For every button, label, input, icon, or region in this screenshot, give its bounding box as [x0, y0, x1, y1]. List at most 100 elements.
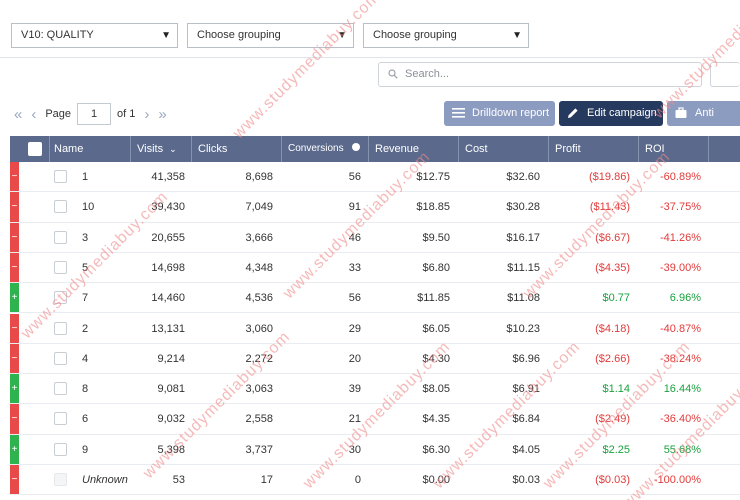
- caret-down-icon: ▼: [337, 30, 347, 41]
- cell-conversions: 20: [348, 352, 361, 365]
- cell-cost: $6.84: [512, 413, 540, 426]
- anti-button[interactable]: Anti: [667, 101, 740, 126]
- table-row[interactable]: +9 5,398 3,737 30 $6.30 $4.05 $2.25 55.68%: [10, 434, 740, 465]
- cell-revenue: $18.85: [416, 201, 450, 214]
- cell-profit: ($11.43): [589, 201, 630, 214]
- status-badge[interactable]: −: [10, 222, 19, 252]
- campaign-table: Name Visits ⌄ Clicks Conversions Revenue…: [10, 136, 740, 500]
- select-all-checkbox[interactable]: [28, 142, 42, 156]
- column-header-name[interactable]: Name: [50, 136, 131, 162]
- cell-revenue: $11.85: [417, 292, 450, 305]
- cell-name: 8: [82, 383, 89, 396]
- info-icon: [352, 143, 361, 151]
- cell-name: 3: [82, 231, 89, 244]
- row-checkbox[interactable]: [54, 200, 67, 214]
- row-checkbox[interactable]: [54, 351, 67, 365]
- status-badge[interactable]: −: [10, 313, 19, 343]
- status-badge[interactable]: +: [10, 434, 19, 464]
- row-checkbox[interactable]: [54, 412, 67, 426]
- row-checkbox[interactable]: [54, 230, 67, 244]
- first-page-icon[interactable]: «: [14, 106, 22, 123]
- cell-visits: 39,430: [151, 201, 185, 214]
- table-row[interactable]: − 2 13,131 3,060 29 $6.05 $10.23 ($4.18) -40.87%: [10, 313, 740, 344]
- last-page-icon[interactable]: »: [158, 106, 166, 123]
- table-row[interactable]: − 4 9,214 2,272 20 $4.30 $6.96 ($2.66) -38.24%: [10, 343, 740, 375]
- cell-revenue: $6.30: [422, 443, 450, 456]
- table-row[interactable]: − 5 14,698 4,348 33 $6.80 $11.15 ($4.35) -39.00%: [10, 252, 740, 284]
- cell-roi: -39.00%: [660, 261, 701, 274]
- cell-cost: $11.08: [507, 292, 540, 305]
- filter-bar: V10: QUALITY ▼ Choose grouping ▼ Choose …: [0, 0, 714, 58]
- row-checkbox[interactable]: [54, 170, 67, 183]
- cell-roi: -37.75%: [660, 201, 701, 214]
- cell-profit: ($4.18): [595, 322, 630, 335]
- table-row[interactable]: +8 9,081 3,063 39 $8.05 $6.91 $1.14 16.44%: [10, 374, 740, 405]
- status-badge[interactable]: −: [10, 162, 19, 192]
- table-header: Name Visits ⌄ Clicks Conversions Revenue…: [10, 136, 740, 162]
- status-badge[interactable]: −: [10, 465, 19, 495]
- column-header-visits-label: Visits: [137, 143, 164, 155]
- table-row[interactable]: − 6 9,032 2,558 21 $4.35 $6.84 ($2.49) -36.40%: [10, 404, 740, 435]
- cell-roi: -41.26%: [660, 231, 701, 244]
- page-number-input[interactable]: 1: [77, 103, 112, 125]
- column-header-revenue[interactable]: Revenue: [369, 136, 459, 162]
- table-row[interactable]: − Unknown 53 17 0 $0.00 $0.03 ($0.03) -100.00%: [10, 465, 740, 496]
- column-header-roi[interactable]: ROI: [639, 136, 709, 162]
- grouping-select-2[interactable]: Choose grouping ▼: [363, 23, 529, 48]
- drilldown-report-button[interactable]: Drilldown report: [444, 101, 555, 126]
- cell-profit: ($2.66): [595, 352, 630, 365]
- cell-revenue: $4.35: [422, 413, 450, 426]
- column-header-visits[interactable]: Visits ⌄: [131, 136, 192, 162]
- cell-name: Unknown: [82, 474, 128, 486]
- row-checkbox[interactable]: [54, 260, 67, 274]
- cell-profit: $0.77: [602, 292, 630, 305]
- column-header-clicks[interactable]: Clicks: [192, 136, 282, 162]
- grouping-select-1-value: Choose grouping: [197, 29, 281, 41]
- cell-revenue: $12.75: [416, 171, 450, 183]
- table-row[interactable]: − 1 41,358 8,698 56 $12.75 $32.60 ($19.86) -60.8…: [10, 162, 740, 193]
- row-checkbox[interactable]: [54, 382, 67, 396]
- row-checkbox[interactable]: [54, 473, 67, 486]
- status-badge[interactable]: −: [10, 252, 19, 283]
- status-badge[interactable]: −: [10, 343, 19, 374]
- table-row[interactable]: − 3 20,655 3,666 46 $9.50 $16.17 ($6.67) -41.26%: [10, 222, 740, 253]
- next-page-icon[interactable]: ›: [144, 106, 149, 123]
- column-header-cost[interactable]: Cost: [459, 136, 549, 162]
- table-row[interactable]: +7 14,460 4,536 56 $11.85 $11.08 $0.77 6.96%: [10, 283, 740, 314]
- cell-visits: 9,214: [157, 352, 185, 365]
- briefcase-icon: [675, 107, 687, 118]
- cell-conversions: 29: [348, 322, 361, 335]
- search-options-button[interactable]: [710, 62, 740, 87]
- cell-visits: 13,131: [151, 322, 185, 335]
- search-input[interactable]: Search...: [378, 62, 702, 87]
- cell-roi: 6.96%: [669, 292, 701, 305]
- status-badge[interactable]: −: [10, 404, 19, 434]
- cell-name: 10: [82, 201, 95, 214]
- cell-cost: $11.15: [507, 261, 540, 274]
- version-select[interactable]: V10: QUALITY ▼: [11, 23, 178, 48]
- prev-page-icon[interactable]: ‹: [31, 106, 36, 123]
- status-badge[interactable]: −: [10, 192, 19, 222]
- grouping-select-2-value: Choose grouping: [373, 29, 457, 41]
- cell-profit: ($19.86): [589, 171, 630, 183]
- cell-conversions: 91: [348, 201, 361, 214]
- edit-campaign-button[interactable]: Edit campaign: [559, 101, 663, 126]
- cell-revenue: $4.30: [422, 352, 450, 365]
- cell-name: 2: [82, 322, 89, 335]
- grouping-select-1[interactable]: Choose grouping ▼: [187, 23, 354, 48]
- row-checkbox[interactable]: [54, 442, 67, 456]
- cell-clicks: 4,348: [245, 261, 273, 274]
- status-badge[interactable]: +: [10, 283, 19, 313]
- cell-visits: 5,398: [157, 443, 185, 456]
- pencil-icon: [568, 108, 578, 118]
- column-header-conversions[interactable]: Conversions: [282, 136, 369, 162]
- cell-conversions: 21: [348, 413, 361, 426]
- row-checkbox[interactable]: [54, 291, 67, 305]
- cell-cost: $6.96: [512, 352, 540, 365]
- column-header-profit[interactable]: Profit: [549, 136, 639, 162]
- status-badge[interactable]: +: [10, 374, 19, 404]
- cell-cost: $6.91: [512, 383, 540, 396]
- column-header-extra: [709, 136, 740, 162]
- table-row[interactable]: − 10 39,430 7,049 91 $18.85 $30.28 ($11.43) -37.…: [10, 192, 740, 223]
- row-checkbox[interactable]: [54, 321, 67, 335]
